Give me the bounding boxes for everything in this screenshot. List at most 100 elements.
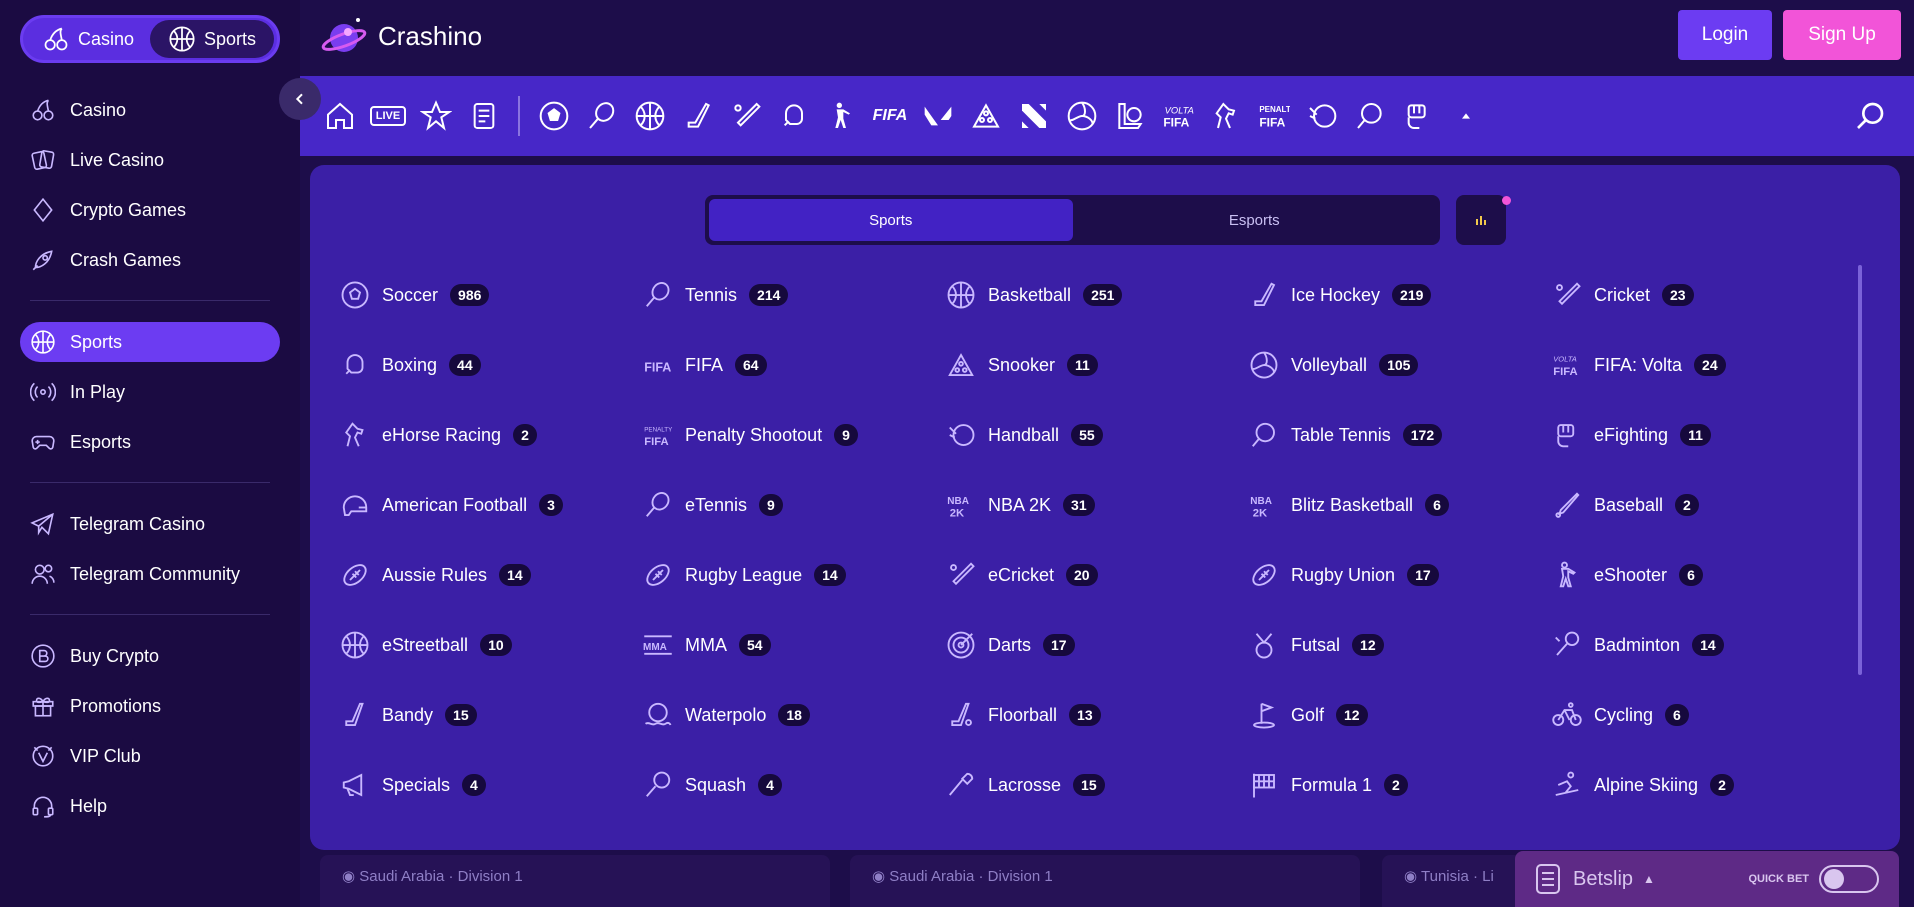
- sport-item-ecricket[interactable]: eCricket 20: [946, 540, 1249, 610]
- sidebar-item-telegram-casino[interactable]: Telegram Casino: [20, 504, 280, 544]
- sport-item-lacrosse[interactable]: Lacrosse 15: [946, 750, 1249, 820]
- sport-item-darts[interactable]: Darts 17: [946, 610, 1249, 680]
- sport-tab-soccer[interactable]: [530, 92, 578, 140]
- sport-item-bandy[interactable]: Bandy 15: [340, 680, 643, 750]
- sport-tab-eshooter[interactable]: [818, 92, 866, 140]
- logo-text: Crashino: [378, 20, 483, 51]
- sidebar-item-vip-club[interactable]: VIP Club: [20, 736, 280, 776]
- sport-item-eshooter[interactable]: eShooter 6: [1552, 540, 1855, 610]
- match-card[interactable]: ◉ Saudi Arabia · Division 1: [320, 855, 830, 907]
- sidebar-item-buy-crypto[interactable]: Buy Crypto: [20, 636, 280, 676]
- signup-button[interactable]: Sign Up: [1783, 10, 1901, 60]
- sport-item-aussie-rules[interactable]: Aussie Rules 14: [340, 540, 643, 610]
- sport-item-mma[interactable]: MMA MMA 54: [643, 610, 946, 680]
- sidebar-item-in-play[interactable]: In Play: [20, 372, 280, 412]
- betslip-bar[interactable]: Betslip ▲ QUICK BET: [1515, 851, 1899, 907]
- sport-item-soccer[interactable]: Soccer 986: [340, 260, 643, 330]
- sport-item-ehorse-racing[interactable]: eHorse Racing 2: [340, 400, 643, 470]
- sport-item-american-football[interactable]: American Football 3: [340, 470, 643, 540]
- search-button[interactable]: [1846, 92, 1894, 140]
- betslip-history-button[interactable]: [460, 92, 508, 140]
- sport-item-ice-hockey[interactable]: Ice Hockey 219: [1249, 260, 1552, 330]
- sidebar-item-promotions[interactable]: Promotions: [20, 686, 280, 726]
- sport-tab-fifa-volta[interactable]: VOLTA FIFA: [1154, 92, 1202, 140]
- sport-tab-table-tennis[interactable]: [1346, 92, 1394, 140]
- sport-item-baseball[interactable]: Baseball 2: [1552, 470, 1855, 540]
- sport-item-basketball[interactable]: Basketball 251: [946, 260, 1249, 330]
- sport-item-floorball[interactable]: Floorball 13: [946, 680, 1249, 750]
- sport-tab-valorant[interactable]: [914, 92, 962, 140]
- home-button[interactable]: [316, 92, 364, 140]
- sport-item-handball[interactable]: Handball 55: [946, 400, 1249, 470]
- sport-item-cricket[interactable]: Cricket 23: [1552, 260, 1855, 330]
- sport-bar-collapse-button[interactable]: [1442, 92, 1490, 140]
- sport-tab-ice-hockey[interactable]: [674, 92, 722, 140]
- sport-item-penalty-shootout[interactable]: PENALTY FIFA Penalty Shootout 9: [643, 400, 946, 470]
- sports-mode-button[interactable]: Sports: [150, 20, 274, 58]
- sport-tab-volleyball[interactable]: [1058, 92, 1106, 140]
- tab-esports[interactable]: Esports: [1073, 199, 1437, 241]
- sport-tab-fifa[interactable]: FIFA: [866, 92, 914, 140]
- match-card[interactable]: ◉ Saudi Arabia · Division 1: [850, 855, 1360, 907]
- sport-name: eStreetball: [382, 634, 469, 655]
- sidebar-item-live-casino[interactable]: Live Casino: [20, 140, 280, 180]
- sidebar-item-crash-games[interactable]: Crash Games: [20, 240, 280, 280]
- sport-tab-cricket[interactable]: [722, 92, 770, 140]
- sport-tab-ehorse[interactable]: [1202, 92, 1250, 140]
- sport-item-waterpolo[interactable]: Waterpolo 18: [643, 680, 946, 750]
- sport-tab-lol[interactable]: [1106, 92, 1154, 140]
- sidebar-item-casino[interactable]: Casino: [20, 90, 280, 130]
- sidebar-item-sports[interactable]: Sports: [20, 322, 280, 362]
- quick-bet-toggle[interactable]: [1819, 865, 1879, 893]
- sport-tab-penalty[interactable]: PENALTY FIFA: [1250, 92, 1298, 140]
- sidebar-item-esports[interactable]: Esports: [20, 422, 280, 462]
- sport-item-badminton[interactable]: Badminton 14: [1552, 610, 1855, 680]
- casino-mode-button[interactable]: Casino: [26, 20, 150, 58]
- sport-item-efighting[interactable]: eFighting 11: [1552, 400, 1855, 470]
- sidebar-item-telegram-community[interactable]: Telegram Community: [20, 554, 280, 594]
- sports-grid: Soccer 986 Tennis 214 Basketball 251 Ice Hocke…: [340, 260, 1860, 820]
- sport-item-nba-2k[interactable]: NBA 2K NBA 2K 31: [946, 470, 1249, 540]
- sport-item-tennis[interactable]: Tennis 214: [643, 260, 946, 330]
- sport-item-golf[interactable]: Golf 12: [1249, 680, 1552, 750]
- sport-item-fifa-volta[interactable]: VOLTA FIFA FIFA: Volta 24: [1552, 330, 1855, 400]
- sport-item-cycling[interactable]: Cycling 6: [1552, 680, 1855, 750]
- sport-tab-efighting[interactable]: [1394, 92, 1442, 140]
- scrollbar[interactable]: [1858, 265, 1862, 675]
- sport-item-rugby-union[interactable]: Rugby Union 17: [1249, 540, 1552, 610]
- sport-count-badge: 18: [778, 704, 810, 726]
- sport-tab-handball[interactable]: [1298, 92, 1346, 140]
- sport-name: Aussie Rules: [382, 564, 488, 585]
- sport-item-futsal[interactable]: Futsal 12: [1249, 610, 1552, 680]
- sport-tab-boxing[interactable]: [770, 92, 818, 140]
- sport-item-table-tennis[interactable]: Table Tennis 172: [1249, 400, 1552, 470]
- sidebar-item-label: Help: [70, 795, 108, 816]
- stats-button[interactable]: [1456, 195, 1506, 245]
- sport-tab-basketball[interactable]: [626, 92, 674, 140]
- sport-item-etennis[interactable]: eTennis 9: [643, 470, 946, 540]
- favorites-button[interactable]: [412, 92, 460, 140]
- sport-tab-dota[interactable]: [1010, 92, 1058, 140]
- sport-item-blitz-basketball[interactable]: NBA 2K Blitz Basketball 6: [1249, 470, 1552, 540]
- live-button[interactable]: LIVE: [364, 92, 412, 140]
- logo[interactable]: Crashino: [320, 12, 482, 60]
- sport-item-boxing[interactable]: Boxing 44: [340, 330, 643, 400]
- sport-item-estreetball[interactable]: eStreetball 10: [340, 610, 643, 680]
- sport-item-volleyball[interactable]: Volleyball 105: [1249, 330, 1552, 400]
- sidebar-item-crypto-games[interactable]: Crypto Games: [20, 190, 280, 230]
- basketball-icon: [341, 631, 369, 659]
- waterpolo-icon: [644, 702, 672, 726]
- sport-item-fifa[interactable]: FIFA FIFA 64: [643, 330, 946, 400]
- sport-item-formula-1[interactable]: Formula 1 2: [1249, 750, 1552, 820]
- sport-item-squash[interactable]: Squash 4: [643, 750, 946, 820]
- sport-item-specials[interactable]: Specials 4: [340, 750, 643, 820]
- sport-item-snooker[interactable]: Snooker 11: [946, 330, 1249, 400]
- sidebar-item-help[interactable]: Help: [20, 786, 280, 826]
- sport-item-rugby-league[interactable]: Rugby League 14: [643, 540, 946, 610]
- tab-sports[interactable]: Sports: [709, 199, 1073, 241]
- collapse-sidebar-button[interactable]: [279, 78, 321, 120]
- sport-tab-snooker[interactable]: [962, 92, 1010, 140]
- sport-tab-tennis[interactable]: [578, 92, 626, 140]
- sport-item-alpine-skiing[interactable]: Alpine Skiing 2: [1552, 750, 1855, 820]
- login-button[interactable]: Login: [1678, 10, 1772, 60]
